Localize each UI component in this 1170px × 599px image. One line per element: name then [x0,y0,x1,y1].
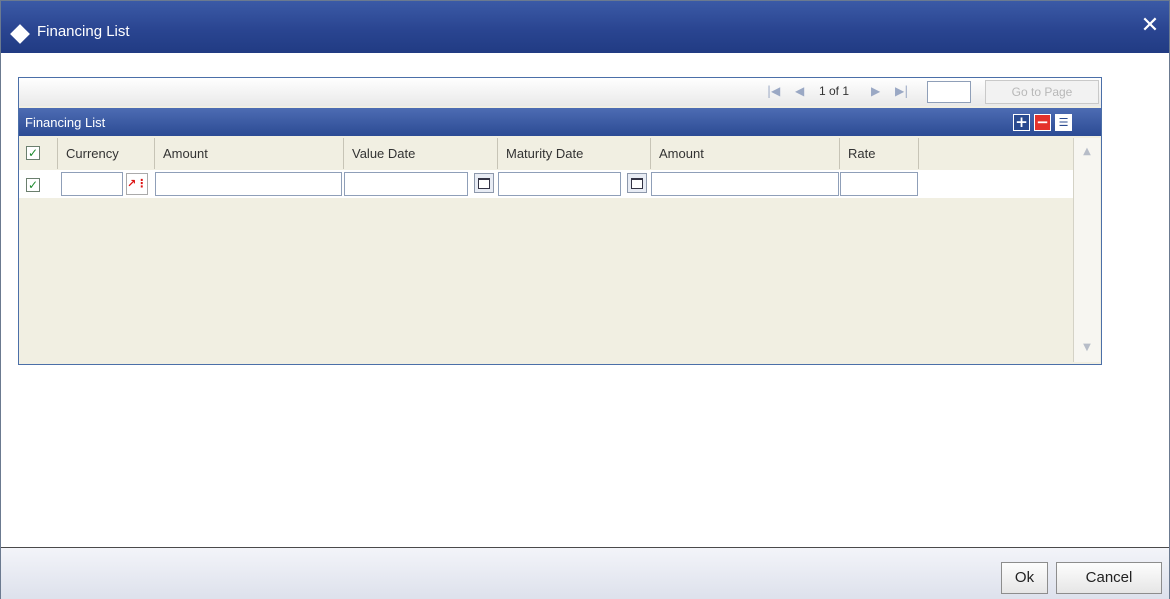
currency-lookup-icon[interactable]: ↗⋮ [126,173,148,195]
grid-header-row: ✓ Currency Amount Value Date Maturity Da… [19,138,1073,169]
page-number-input[interactable] [927,81,971,103]
header-rate[interactable]: Rate [840,138,919,169]
currency-input[interactable] [61,172,123,196]
financing-grid: ✓ Currency Amount Value Date Maturity Da… [19,138,1073,364]
last-page-icon[interactable]: ▶| [895,84,908,98]
section-title: Financing List [25,115,106,130]
column-label: Value Date [352,146,416,161]
header-amount-2[interactable]: Amount [651,138,840,169]
go-to-page-button[interactable]: Go to Page [985,80,1099,104]
window-title: Financing List [37,23,130,40]
footer-bar: Ok Cancel [1,547,1169,599]
window-diamond-icon [10,24,30,44]
scroll-up-icon[interactable]: ▲ [1078,144,1096,160]
column-label: Currency [66,146,119,161]
header-maturity-date[interactable]: Maturity Date [498,138,651,169]
table-row: ✓ ↗⋮ [19,170,1073,198]
column-label: Amount [659,146,704,161]
row-select-cell: ✓ [19,170,58,198]
header-value-date[interactable]: Value Date [344,138,498,169]
amount-2-input[interactable] [651,172,839,196]
page-indicator: 1 of 1 [819,84,850,98]
select-all-checkbox[interactable]: ✓ [26,146,40,160]
financing-list-window: Financing List ✕ |◀ ◀ 1 of 1 ▶ ▶| Go to … [0,0,1170,599]
ok-button[interactable]: Ok [1001,562,1048,594]
next-page-icon[interactable]: ▶ [871,84,880,98]
close-icon[interactable]: ✕ [1139,15,1161,37]
column-label: Maturity Date [506,146,584,161]
header-currency[interactable]: Currency [58,138,155,169]
maturity-date-input[interactable] [498,172,621,196]
title-bar: Financing List ✕ [1,1,1169,53]
row-checkbox[interactable]: ✓ [26,178,40,192]
column-label: Rate [848,146,876,161]
delete-row-icon[interactable]: − [1034,114,1051,131]
rate-input[interactable] [840,172,918,196]
maturity-date-calendar-icon[interactable] [627,173,647,193]
add-row-icon[interactable]: + [1013,114,1030,131]
scroll-down-icon[interactable]: ▼ [1078,340,1096,356]
value-date-input[interactable] [344,172,468,196]
section-header: Financing List + − ☰ [19,108,1101,136]
amount-input[interactable] [155,172,342,196]
single-view-icon[interactable]: ☰ [1055,114,1072,131]
grid-scrollbar[interactable]: ▲ ▼ [1073,138,1100,362]
financing-list-panel: |◀ ◀ 1 of 1 ▶ ▶| Go to Page Financing Li… [18,77,1102,365]
first-page-icon[interactable]: |◀ [767,84,780,98]
prev-page-icon[interactable]: ◀ [795,84,804,98]
pagination-bar: |◀ ◀ 1 of 1 ▶ ▶| Go to Page [19,78,1101,106]
header-amount[interactable]: Amount [155,138,344,169]
value-date-calendar-icon[interactable] [474,173,494,193]
column-label: Amount [163,146,208,161]
header-select-cell: ✓ [19,138,58,169]
cancel-button[interactable]: Cancel [1056,562,1162,594]
